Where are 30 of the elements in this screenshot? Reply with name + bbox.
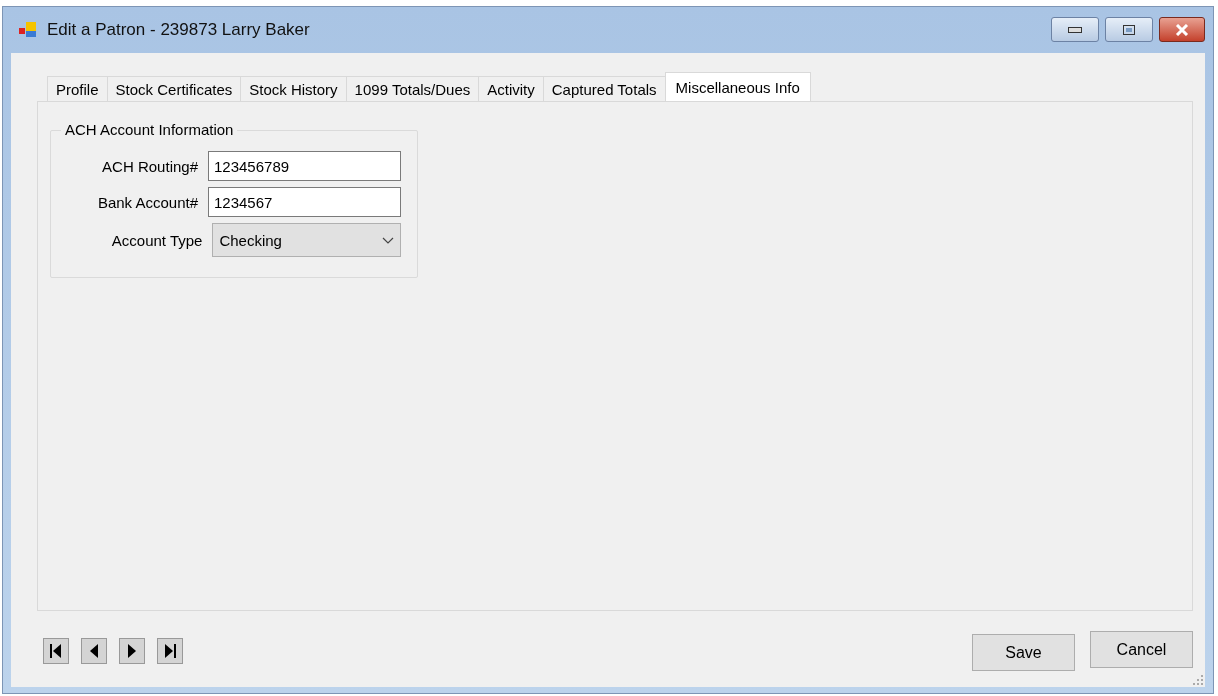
skip-arrow-icon: [163, 643, 177, 659]
tab[interactable]: Profile: [47, 76, 108, 101]
skip-arrow-icon: [49, 643, 63, 659]
minimize-icon: [1068, 26, 1082, 33]
first-record-button[interactable]: [43, 638, 69, 664]
close-button[interactable]: [1159, 17, 1205, 42]
input-field[interactable]: 1234567: [208, 187, 401, 217]
field-label: Bank Account#: [96, 193, 199, 211]
close-icon: [1174, 23, 1190, 36]
previous-record-button[interactable]: [81, 638, 107, 664]
cancel-button[interactable]: Cancel: [1090, 631, 1193, 668]
minimize-button[interactable]: [1051, 17, 1099, 42]
next-record-button[interactable]: [119, 638, 145, 664]
maximize-icon: [1123, 24, 1135, 35]
resize-grip-icon: [1193, 675, 1203, 685]
dropdown[interactable]: Checking: [212, 223, 401, 257]
tab[interactable]: Miscellaneous Info: [664, 72, 811, 101]
save-button[interactable]: Save: [972, 634, 1075, 671]
tab[interactable]: Stock History: [240, 76, 347, 101]
group-title: ACH Account Information: [61, 121, 238, 138]
window-title: Edit a Patron - 239873 Larry Baker: [47, 20, 310, 40]
tab[interactable]: Captured Totals: [542, 76, 666, 101]
input-field[interactable]: 123456789: [208, 151, 401, 181]
field-label: Account Type: [110, 231, 204, 249]
chevron-down-icon: [382, 236, 394, 244]
last-record-button[interactable]: [157, 638, 183, 664]
field-label: ACH Routing#: [101, 157, 199, 175]
tab[interactable]: Activity: [478, 76, 544, 101]
maximize-button[interactable]: [1105, 17, 1153, 42]
app-icon: [19, 22, 37, 38]
